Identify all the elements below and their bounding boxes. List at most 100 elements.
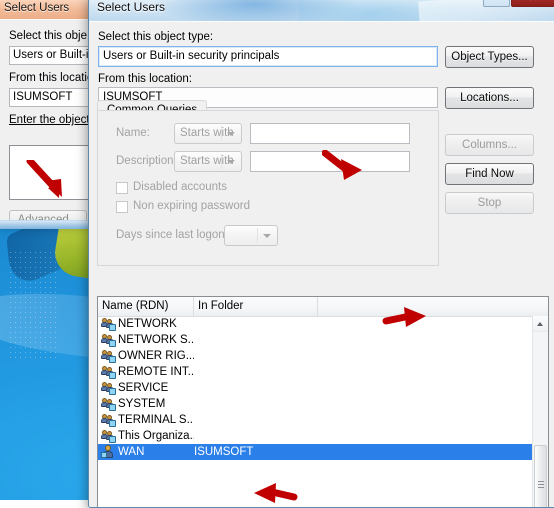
cell-name-rdn: This Organiza... <box>101 429 194 443</box>
wallpaper-dot-pattern <box>8 250 58 360</box>
cell-name-rdn: NETWORK S... <box>101 333 194 347</box>
table-row[interactable]: SYSTEM <box>98 396 533 412</box>
group-user-icon <box>101 381 116 395</box>
background-enter-object-label: Enter the object <box>9 114 90 126</box>
dialog-body: Select this object type: Users or Built-… <box>89 21 554 507</box>
background-object-type-label: Select this obje <box>9 30 87 42</box>
single-user-icon <box>101 445 116 459</box>
background-location-label: From this locatio <box>9 72 92 84</box>
combo-separator <box>221 126 222 141</box>
scrollbar-thumb[interactable] <box>534 445 547 507</box>
group-user-icon <box>101 317 116 331</box>
table-row[interactable]: NETWORK S... <box>98 332 533 348</box>
background-select-users-window[interactable]: Select Users Select this obje Users or B… <box>0 0 92 222</box>
chevron-down-icon <box>263 234 271 238</box>
background-window-titlebar[interactable]: Select Users <box>0 0 91 20</box>
row-name-text: SERVICE <box>118 382 169 394</box>
non-expiring-password-checkbox[interactable] <box>116 201 128 213</box>
row-name-text: This Organiza... <box>118 430 194 442</box>
columns-button[interactable]: Columns... <box>445 134 534 156</box>
close-icon: ✕ <box>512 0 554 4</box>
description-condition-value: Starts with <box>180 155 234 167</box>
description-condition-combo[interactable]: Starts with <box>174 151 242 172</box>
name-condition-combo[interactable]: Starts with <box>174 123 242 144</box>
cell-name-rdn: WAN <box>101 445 194 459</box>
combo-separator <box>221 154 222 169</box>
chevron-down-icon <box>227 160 235 164</box>
name-condition-value: Starts with <box>180 127 234 139</box>
table-row[interactable]: TERMINAL S... <box>98 412 533 428</box>
group-user-icon <box>101 429 116 443</box>
chevron-up-icon <box>537 322 543 326</box>
days-since-last-logon-label: Days since last logon: <box>116 229 228 241</box>
find-now-button[interactable]: Find Now <box>445 163 534 185</box>
group-user-icon <box>101 397 116 411</box>
background-object-type-value: Users or Built-i <box>13 49 89 61</box>
row-name-text: REMOTE INT... <box>118 366 194 378</box>
cell-name-rdn: NETWORK <box>101 317 194 331</box>
cell-in-folder: ISUMSOFT <box>194 446 254 458</box>
scrollbar-up-arrow-button[interactable] <box>533 316 548 332</box>
cell-name-rdn: SYSTEM <box>101 397 194 411</box>
row-name-text: TERMINAL S... <box>118 414 194 426</box>
group-user-icon <box>101 413 116 427</box>
column-header-extra[interactable] <box>318 297 548 316</box>
table-row[interactable]: NETWORK <box>98 316 533 332</box>
table-row[interactable]: REMOTE INT... <box>98 364 533 380</box>
object-types-button[interactable]: Object Types... <box>445 46 534 68</box>
close-button[interactable]: ✕ <box>511 0 554 7</box>
non-expiring-password-label: Non expiring password <box>133 200 250 212</box>
common-queries-group: Name: Starts with Description: Starts wi… <box>97 110 439 266</box>
row-name-text: NETWORK S... <box>118 334 194 346</box>
background-location-field[interactable]: ISUMSOFT <box>9 88 91 107</box>
object-type-label: Select this object type: <box>98 31 214 43</box>
list-vertical-scrollbar[interactable] <box>532 316 548 507</box>
select-users-dialog[interactable]: Select Users ❐ ✕ Select this object type… <box>88 0 554 508</box>
background-window-bottom-strip <box>0 220 90 229</box>
column-header-name-rdn[interactable]: Name (RDN) <box>98 297 194 316</box>
group-user-icon <box>101 365 116 379</box>
days-since-last-logon-combo[interactable] <box>224 225 278 246</box>
dialog-title: Select Users <box>97 0 166 14</box>
chevron-down-icon <box>227 132 235 136</box>
cell-name-rdn: OWNER RIG... <box>101 349 194 363</box>
background-object-type-field[interactable]: Users or Built-i <box>9 46 91 65</box>
object-type-value: Users or Built-in security principals <box>103 50 280 62</box>
window-controls: ❐ ✕ <box>482 0 554 7</box>
table-row[interactable]: WAN ISUMSOFT <box>98 444 533 460</box>
search-results-list[interactable]: Name (RDN) In Folder NETWORK NETWORK S...… <box>97 296 549 507</box>
group-user-icon <box>101 349 116 363</box>
cell-name-rdn: SERVICE <box>101 381 194 395</box>
table-row[interactable]: OWNER RIG... <box>98 348 533 364</box>
row-name-text: NETWORK <box>118 318 177 330</box>
list-rows-container: NETWORK NETWORK S... OWNER RIG... REMOTE IN… <box>98 316 533 507</box>
row-name-text: OWNER RIG... <box>118 350 194 362</box>
object-type-input[interactable]: Users or Built-in security principals <box>98 46 438 67</box>
disabled-accounts-checkbox[interactable] <box>116 182 128 194</box>
locations-button[interactable]: Locations... <box>445 87 534 109</box>
stop-button[interactable]: Stop <box>445 192 534 214</box>
row-name-text: WAN <box>118 446 145 458</box>
column-header-in-folder[interactable]: In Folder <box>194 297 318 316</box>
disabled-accounts-label: Disabled accounts <box>133 181 227 193</box>
combo-separator <box>257 228 258 243</box>
name-label: Name: <box>116 127 150 139</box>
maximize-icon: ❐ <box>484 0 509 3</box>
name-value-input[interactable] <box>250 123 410 144</box>
background-window-body: Select this obje Users or Built-i From t… <box>0 19 91 221</box>
background-window-title: Select Users <box>4 2 70 14</box>
maximize-button[interactable]: ❐ <box>483 0 510 7</box>
scrollbar-grip-icon <box>538 481 544 489</box>
background-location-value: ISUMSOFT <box>13 91 73 103</box>
cell-name-rdn: REMOTE INT... <box>101 365 194 379</box>
description-label: Description: <box>116 155 177 167</box>
table-row[interactable]: This Organiza... <box>98 428 533 444</box>
dialog-titlebar[interactable]: Select Users ❐ ✕ <box>89 0 554 22</box>
group-user-icon <box>101 333 116 347</box>
location-label: From this location: <box>98 73 192 85</box>
background-object-names-box[interactable] <box>9 145 91 200</box>
cell-name-rdn: TERMINAL S... <box>101 413 194 427</box>
description-value-input[interactable] <box>250 151 410 172</box>
table-row[interactable]: SERVICE <box>98 380 533 396</box>
list-header-row[interactable]: Name (RDN) In Folder <box>98 297 548 317</box>
